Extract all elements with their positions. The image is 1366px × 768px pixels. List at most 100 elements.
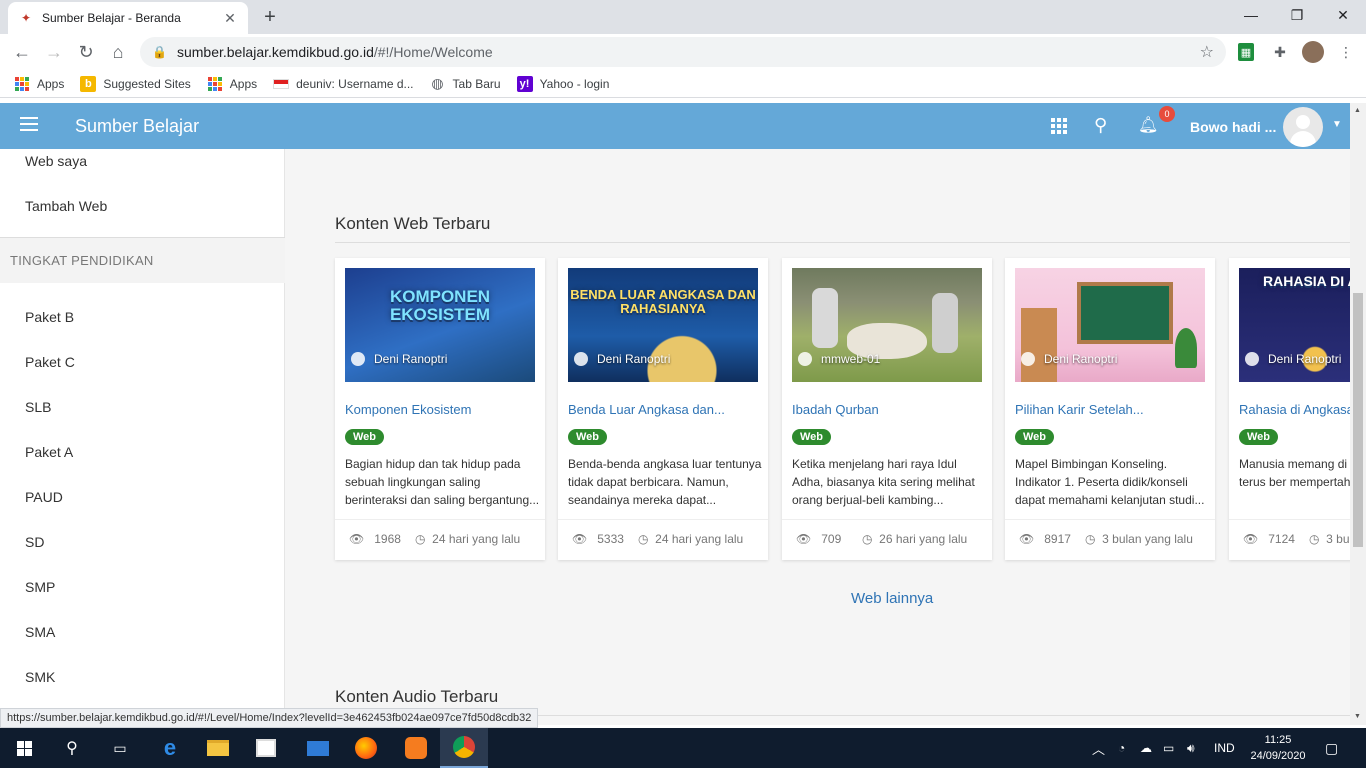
eye-icon: 👁︎	[796, 532, 812, 546]
sidebar-item-tambah-web[interactable]: Tambah Web	[25, 198, 107, 214]
uc-browser-icon[interactable]	[392, 728, 440, 768]
search-icon[interactable]: ⚲	[48, 728, 96, 768]
apps-grid-icon	[14, 76, 30, 92]
language-indicator[interactable]: IND	[1214, 728, 1235, 768]
store-icon[interactable]	[242, 728, 290, 768]
file-explorer-icon[interactable]	[194, 728, 242, 768]
content-card[interactable]: Deni Ranoptri Pilihan Karir Setelah... W…	[1005, 258, 1215, 560]
battery-icon[interactable]: ▭	[1163, 728, 1174, 768]
card-owner: Deni Ranoptri	[574, 352, 670, 366]
owner-avatar-icon	[1021, 352, 1035, 366]
more-web-link[interactable]: Web lainnya	[851, 590, 933, 607]
taskbar-clock[interactable]: 11:25 24/09/2020	[1248, 732, 1308, 764]
card-owner: Deni Ranoptri	[351, 352, 447, 366]
scrollbar-thumb[interactable]	[1353, 293, 1363, 547]
flag-icon	[273, 76, 290, 92]
bookmark-suggested-sites[interactable]: b Suggested Sites	[80, 75, 191, 92]
avatar[interactable]	[1283, 107, 1323, 147]
card-thumbnail[interactable]: Deni Ranoptri	[1015, 268, 1205, 382]
scroll-up-icon[interactable]: ▲	[1354, 107, 1361, 114]
globe-icon: ◍	[431, 75, 444, 91]
sidebar-item-paud[interactable]: PAUD	[25, 489, 63, 505]
card-owner: Deni Ranoptri	[1245, 352, 1341, 366]
card-title[interactable]: Ibadah Qurban	[792, 402, 982, 417]
browser-tab[interactable]: ✦ Sumber Belajar - Beranda ✕	[8, 2, 248, 34]
content-card[interactable]: mmweb-01 Ibadah Qurban Web Ketika menjel…	[782, 258, 992, 560]
task-view-icon[interactable]: ▭	[96, 728, 144, 768]
hamburger-menu-icon[interactable]	[20, 117, 38, 131]
content-card[interactable]: RAHASIA DI A Deni Ranoptri Rahasia di An…	[1229, 258, 1366, 560]
bookmark-star-icon[interactable]: ☆	[1200, 42, 1214, 62]
scroll-down-icon[interactable]: ▼	[1354, 713, 1361, 720]
chrome-menu-icon[interactable]: ⋮	[1336, 42, 1356, 62]
bookmark-tab-baru[interactable]: ◍ Tab Baru	[430, 75, 500, 92]
volume-icon[interactable]: 🔊︎	[1187, 728, 1195, 768]
card-title[interactable]: Komponen Ekosistem	[345, 402, 535, 417]
maximize-button[interactable]: ❐	[1274, 0, 1320, 30]
sidebar-item-paket-c[interactable]: Paket C	[25, 354, 75, 370]
user-name[interactable]: Bowo hadi ...	[1190, 119, 1276, 135]
card-title[interactable]: Pilihan Karir Setelah...	[1015, 402, 1205, 417]
card-thumbnail[interactable]: RAHASIA DI A Deni Ranoptri	[1239, 268, 1366, 382]
chrome-taskbar-icon[interactable]	[440, 728, 488, 768]
app-brand[interactable]: Sumber Belajar	[75, 116, 199, 137]
content-card[interactable]: KOMPONEN EKOSISTEM Deni Ranoptri Kompone…	[335, 258, 545, 560]
edge-browser-icon[interactable]: e	[146, 728, 194, 768]
sidebar-item-sma[interactable]: SMA	[25, 624, 55, 640]
search-icon[interactable]: ⚲	[1094, 115, 1107, 136]
sidebar-item-paket-b[interactable]: Paket B	[25, 309, 74, 325]
bookmark-apps-2[interactable]: Apps	[207, 76, 257, 92]
owner-avatar-icon	[574, 352, 588, 366]
new-tab-button[interactable]: +	[258, 6, 282, 30]
vertical-scrollbar[interactable]: ▲ ▼	[1350, 103, 1366, 725]
apps-grid-icon[interactable]	[1051, 118, 1067, 134]
app-header: Sumber Belajar ⚲ 🔔︎ 0 Bowo hadi ... ▼	[0, 103, 1350, 149]
chevron-down-icon[interactable]: ▼	[1332, 119, 1342, 130]
bookmark-yahoo[interactable]: y! Yahoo - login	[516, 75, 609, 92]
card-title[interactable]: Benda Luar Angkasa dan...	[568, 402, 758, 417]
card-description: Manusia memang di budi untuk terus ber m…	[1239, 457, 1366, 489]
notification-badge: 0	[1159, 106, 1175, 122]
card-thumbnail[interactable]: mmweb-01	[792, 268, 982, 382]
tab-title: Sumber Belajar - Beranda	[42, 11, 181, 25]
card-thumbnail[interactable]: KOMPONEN EKOSISTEM Deni Ranoptri	[345, 268, 535, 382]
card-tag: Web	[1015, 429, 1055, 445]
sidebar-item-web-saya[interactable]: Web saya	[25, 153, 87, 169]
reload-button[interactable]: ↻	[72, 38, 100, 66]
bell-icon[interactable]: 🔔︎	[1138, 115, 1158, 135]
sheets-extension-icon[interactable]: ▦	[1238, 43, 1254, 61]
tray-chevron-icon[interactable]: ︿	[1092, 728, 1105, 768]
tab-close-icon[interactable]: ✕	[222, 10, 238, 26]
network-icon[interactable]: ◔	[1118, 728, 1125, 768]
back-button[interactable]: ←	[8, 38, 36, 66]
address-bar[interactable]: 🔒 sumber.belajar.kemdikbud.go.id/#!/Home…	[140, 37, 1226, 67]
extensions-puzzle-icon[interactable]: ✚	[1270, 42, 1290, 62]
content-card[interactable]: BENDA LUAR ANGKASA DAN RAHASIANYA Deni R…	[558, 258, 768, 560]
onedrive-icon[interactable]: ☁	[1140, 728, 1152, 768]
yahoo-icon: y!	[516, 75, 533, 92]
owner-avatar-icon	[798, 352, 812, 366]
sidebar-item-paket-a[interactable]: Paket A	[25, 444, 73, 460]
close-window-button[interactable]: ✕	[1320, 0, 1366, 30]
card-thumbnail[interactable]: BENDA LUAR ANGKASA DAN RAHASIANYA Deni R…	[568, 268, 758, 382]
sidebar-item-smk[interactable]: SMK	[25, 669, 55, 685]
card-title[interactable]: Rahasia di Angkasa	[1239, 402, 1366, 417]
firefox-icon[interactable]	[342, 728, 390, 768]
minimize-button[interactable]: —	[1228, 0, 1274, 30]
home-button[interactable]: ⌂	[104, 38, 132, 66]
sidebar-item-smp[interactable]: SMP	[25, 579, 55, 595]
card-owner: Deni Ranoptri	[1021, 352, 1117, 366]
sidebar-item-slb[interactable]: SLB	[25, 399, 51, 415]
sidebar-item-sd[interactable]: SD	[25, 534, 44, 550]
windows-taskbar: ⚲ ▭ e ︿ ◔ ☁ ▭ 🔊︎ IND 11:25 24/09/2020 ▢	[0, 728, 1366, 768]
notifications-icon[interactable]: ▢	[1325, 728, 1338, 768]
mail-icon[interactable]	[294, 728, 342, 768]
bookmark-deuniv[interactable]: deuniv: Username d...	[273, 76, 414, 92]
card-time: ◷ 3 bulan yang lalu	[1085, 532, 1193, 546]
forward-button[interactable]: →	[40, 38, 68, 66]
bookmark-apps[interactable]: Apps	[14, 76, 64, 92]
profile-avatar-icon[interactable]	[1302, 41, 1324, 63]
windows-start-icon[interactable]	[0, 728, 48, 768]
bookmark-label: Apps	[229, 76, 258, 91]
sidebar-section-heading: TINGKAT PENDIDIKAN	[0, 238, 285, 283]
